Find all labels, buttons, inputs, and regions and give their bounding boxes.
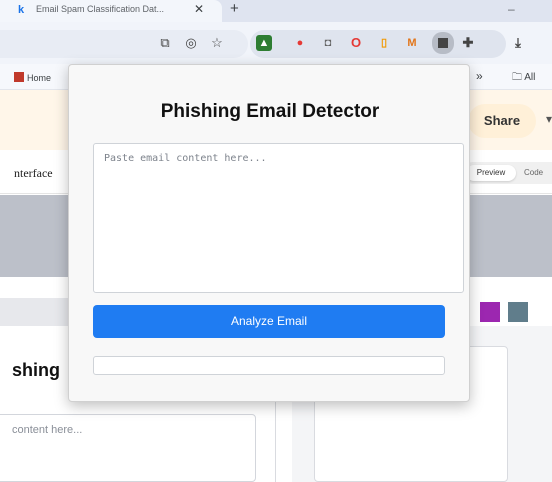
- extension-orange-icon[interactable]: ▯: [376, 35, 392, 51]
- tab-favicon-icon: k: [18, 4, 25, 16]
- home-bookmark-icon: [14, 72, 24, 82]
- browser-tab[interactable]: k Email Spam Classification Dat... ✕: [0, 0, 222, 22]
- browser-toolbar: ⧉ ◎ ☆ ▲ ● ◘ O ▯ M ✚ ⤓: [0, 22, 552, 64]
- bookmarks-overflow-button[interactable]: »: [476, 69, 483, 83]
- interface-label: nterface: [14, 166, 53, 180]
- tab-strip: k Email Spam Classification Dat... ✕ + –: [0, 0, 552, 22]
- color-picker-icon[interactable]: ●: [292, 35, 308, 51]
- swatch-slate[interactable]: [508, 302, 528, 322]
- preview-tab[interactable]: Preview: [466, 165, 516, 181]
- code-tab[interactable]: Code: [524, 165, 543, 181]
- share-dropdown-icon[interactable]: ▾: [546, 112, 552, 126]
- android-icon[interactable]: ▲: [256, 35, 272, 51]
- bookmark-home[interactable]: Home: [14, 72, 51, 83]
- minimize-button[interactable]: –: [508, 2, 515, 16]
- email-content-input[interactable]: [93, 143, 464, 293]
- popup-title: Phishing Email Detector: [160, 101, 380, 122]
- new-tab-button[interactable]: +: [230, 0, 239, 17]
- swatch-purple[interactable]: [480, 302, 500, 322]
- opera-icon[interactable]: O: [348, 35, 364, 51]
- cast-icon[interactable]: ⧉: [156, 34, 174, 52]
- extension-popup: Phishing Email Detector Analyze Email: [68, 64, 470, 402]
- camera-icon[interactable]: ◘: [320, 35, 336, 51]
- analyze-email-button[interactable]: Analyze Email: [93, 305, 445, 338]
- hide-eye-icon[interactable]: ◎: [182, 34, 200, 52]
- star-icon[interactable]: ☆: [208, 34, 226, 52]
- puzzle-icon[interactable]: ✚: [460, 35, 476, 51]
- tab-close-icon[interactable]: ✕: [194, 2, 204, 16]
- page-textarea-placeholder: content here...: [12, 424, 83, 436]
- result-output: [93, 356, 445, 375]
- download-icon[interactable]: ⤓: [510, 35, 526, 51]
- all-bookmarks-button[interactable]: 🗀 All: [512, 70, 535, 87]
- active-extension-icon[interactable]: [432, 32, 454, 54]
- share-button[interactable]: Share: [468, 104, 536, 138]
- page-heading: shing: [12, 360, 60, 380]
- metamask-icon[interactable]: M: [404, 35, 420, 51]
- tab-title: Email Spam Classification Dat...: [36, 4, 165, 14]
